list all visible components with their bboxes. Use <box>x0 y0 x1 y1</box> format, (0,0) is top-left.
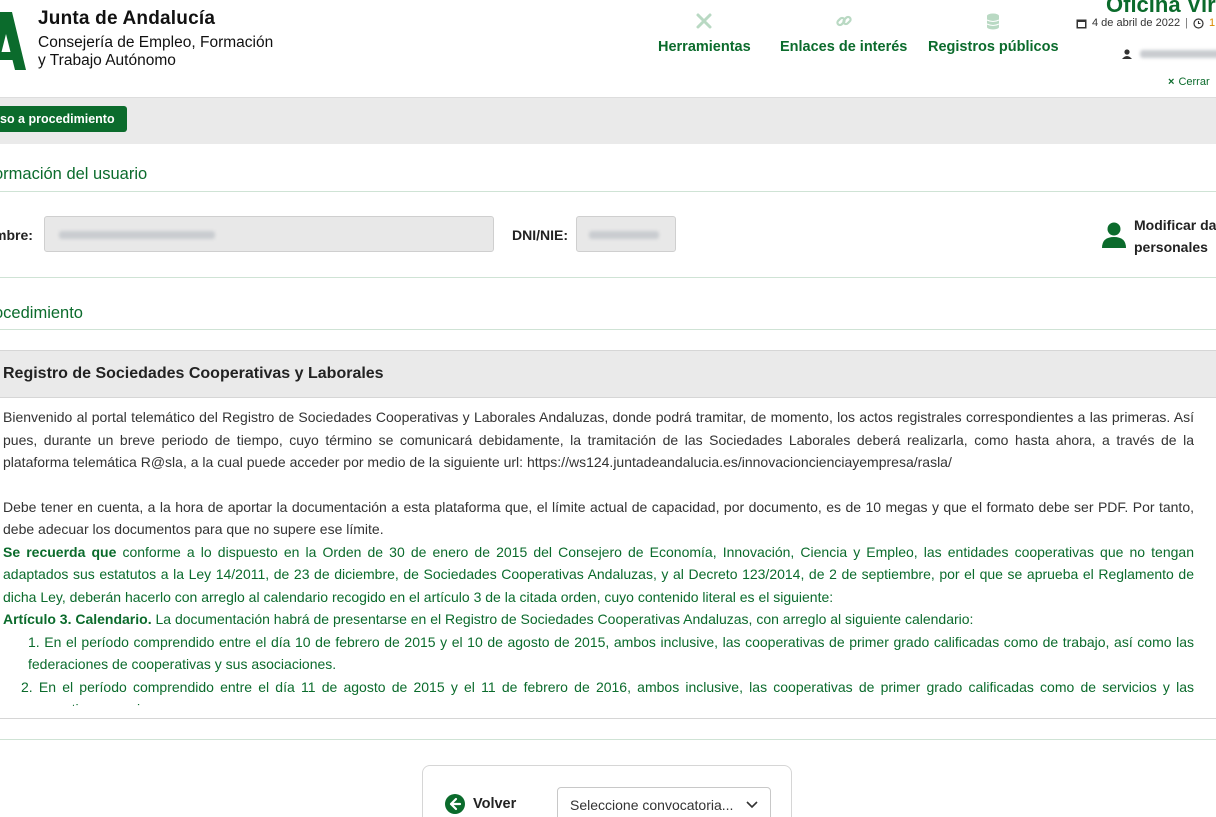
nav-registros[interactable]: Registros públicos <box>928 12 1059 55</box>
close-icon: × <box>1168 76 1175 88</box>
nav-enlaces[interactable]: Enlaces de interés <box>780 12 907 55</box>
article-text: La documentación habrá de presentarse en… <box>151 611 974 627</box>
article-bold: Artículo 3. Calendario. <box>3 611 152 627</box>
chevron-down-icon <box>746 801 758 809</box>
divider <box>0 191 1216 192</box>
date-row: 4 de abril de 2022 | 1 <box>1076 17 1215 29</box>
org-subtitle: Consejería de Empleo, Formación y Trabaj… <box>38 34 298 70</box>
reminder-paragraph: Se recuerda que conforme a lo dispuesto … <box>3 541 1194 609</box>
modify-personal-data-link[interactable]: Modificar dat personales <box>1102 214 1216 258</box>
article-paragraph: Artículo 3. Calendario. La documentación… <box>3 608 1194 631</box>
logout-link[interactable]: × Cerrar <box>1168 76 1210 88</box>
convocatoria-select[interactable]: Seleccione convocatoria... <box>557 787 771 817</box>
procedure-description: Bienvenido al portal telemático del Regi… <box>3 406 1194 706</box>
dni-redacted <box>589 231 659 239</box>
tools-icon <box>696 13 712 29</box>
divider <box>0 718 1216 719</box>
calendar-item-2: 2. En el período comprendido entre el dí… <box>21 678 1194 707</box>
divider <box>0 277 1216 278</box>
document-limit-paragraph: Debe tener en cuenta, a la hora de aport… <box>3 498 1194 538</box>
divider <box>0 329 1216 330</box>
access-procedure-button[interactable]: so a procedimiento <box>0 106 127 132</box>
name-label: mbre: <box>0 227 33 243</box>
nav-herramientas[interactable]: Herramientas <box>658 12 751 55</box>
nav-label: Herramientas <box>658 39 751 55</box>
dni-field[interactable] <box>576 216 676 252</box>
org-subtitle-line2: y Trabajo Autónomo <box>38 52 176 69</box>
junta-logo-icon <box>0 12 26 70</box>
action-bar: so a procedimiento <box>0 98 1216 144</box>
user-row[interactable] <box>1122 49 1216 59</box>
divider <box>0 739 1216 740</box>
org-subtitle-line1: Consejería de Empleo, Formación <box>38 34 274 51</box>
modify-label-line1: Modificar dat <box>1134 217 1216 233</box>
reminder-bold: Se recuerda que <box>3 543 117 560</box>
procedure-panel-title: Registro de Sociedades Cooperativas y La… <box>3 365 384 382</box>
date-text: 4 de abril de 2022 <box>1092 17 1181 29</box>
nav-label: Enlaces de interés <box>780 39 908 55</box>
navigation-card: Volver Seleccione convocatoria... <box>422 765 792 817</box>
arrow-left-circle-icon <box>445 794 465 814</box>
username-redacted <box>1140 50 1216 58</box>
modify-label: Modificar dat personales <box>1134 214 1216 258</box>
procedure-panel-header: Registro de Sociedades Cooperativas y La… <box>0 350 1216 398</box>
user-info-title: ormación del usuario <box>0 165 148 183</box>
office-title: Oficina Vir <box>1106 0 1216 17</box>
dni-label: DNI/NIE: <box>512 227 568 243</box>
intro-paragraph: Bienvenido al portal telemático del Regi… <box>3 409 1194 470</box>
name-redacted <box>59 231 215 239</box>
clock-icon <box>1193 17 1204 29</box>
database-icon <box>987 13 1000 30</box>
procedure-section-title: ocedimiento <box>0 304 83 322</box>
top-header: Junta de Andalucía Consejería de Empleo,… <box>0 0 1216 98</box>
calendar-icon <box>1076 19 1087 28</box>
separator: | <box>1185 17 1188 29</box>
modify-label-line2: personales <box>1134 239 1208 255</box>
reminder-text: conforme a lo dispuesto en la Orden de 3… <box>3 543 1194 605</box>
person-icon <box>1102 222 1126 248</box>
name-field[interactable] <box>44 216 494 252</box>
logout-label: Cerrar <box>1178 76 1210 88</box>
time-text: 1 <box>1208 17 1216 29</box>
back-button[interactable]: Volver <box>445 794 516 814</box>
select-value: Seleccione convocatoria... <box>570 797 734 813</box>
link-icon <box>836 15 852 27</box>
back-label: Volver <box>473 796 517 812</box>
org-title: Junta de Andalucía <box>38 8 216 29</box>
nav-label: Registros públicos <box>928 39 1059 55</box>
user-icon <box>1122 49 1132 59</box>
calendar-item-1: 1. En el período comprendido entre el dí… <box>28 633 1194 673</box>
